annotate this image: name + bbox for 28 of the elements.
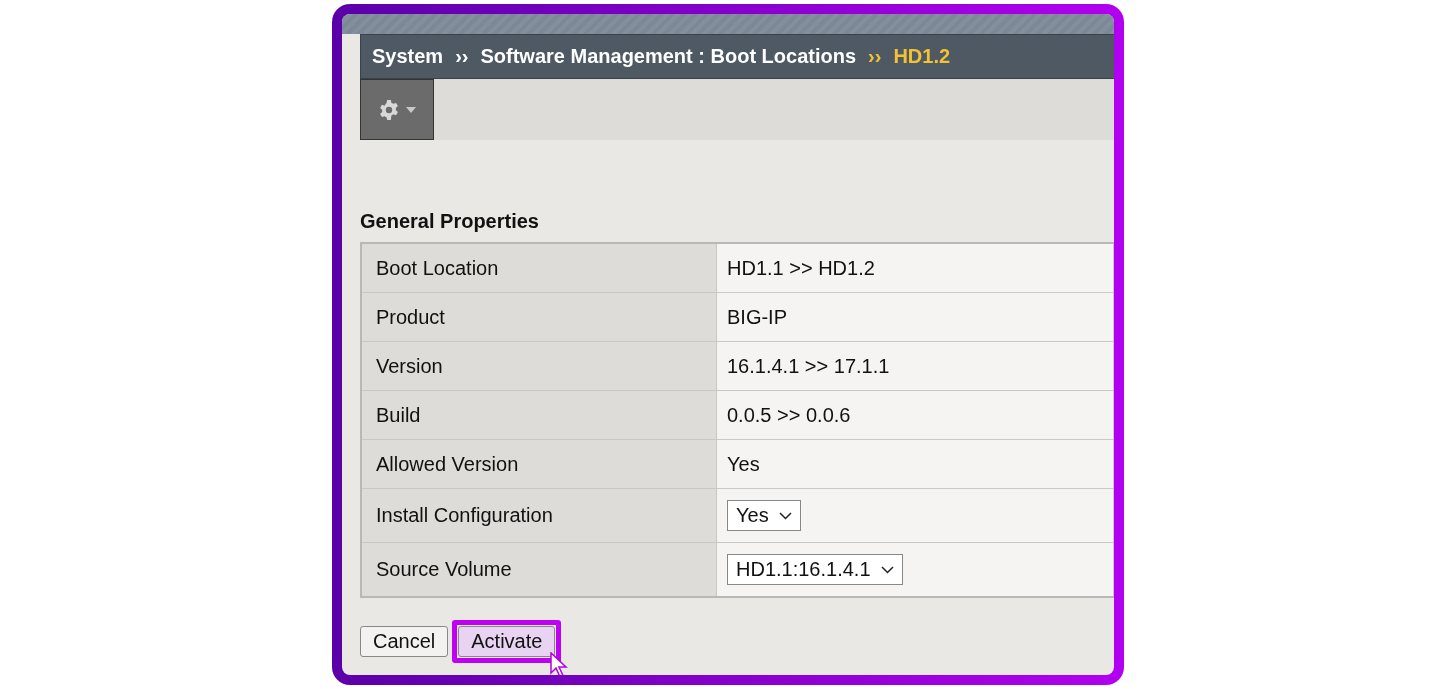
breadcrumb-item[interactable]: Software Management : Boot Locations bbox=[480, 45, 857, 68]
property-value: 0.0.5 >> 0.0.6 bbox=[727, 403, 851, 426]
property-label: Version bbox=[361, 341, 717, 391]
property-label: Build bbox=[361, 390, 717, 440]
chevron-down-icon bbox=[778, 511, 792, 520]
property-label: Install Configuration bbox=[361, 488, 717, 543]
property-label: Source Volume bbox=[361, 542, 717, 597]
caret-icon bbox=[406, 106, 416, 113]
property-label: Allowed Version bbox=[361, 439, 717, 489]
dropdown-select[interactable]: Yes bbox=[727, 500, 801, 531]
section-title: General Properties bbox=[360, 210, 540, 233]
breadcrumb-item[interactable]: System bbox=[372, 45, 444, 68]
property-value: BIG-IP bbox=[727, 305, 787, 328]
property-value: HD1.1 >> HD1.2 bbox=[727, 256, 875, 279]
property-value: Yes bbox=[727, 452, 760, 475]
breadcrumb-separator: ›› bbox=[455, 45, 469, 68]
property-value: 16.1.4.1 >> 17.1.1 bbox=[727, 354, 890, 377]
property-label: Product bbox=[361, 292, 717, 342]
cursor-icon bbox=[550, 652, 569, 675]
action-button[interactable]: Activate bbox=[458, 626, 556, 657]
property-label: Boot Location bbox=[361, 243, 717, 293]
breadcrumb-separator: ›› bbox=[868, 45, 882, 68]
breadcrumb-item: HD1.2 bbox=[893, 45, 951, 68]
action-button[interactable]: Cancel bbox=[360, 626, 449, 657]
dropdown-select[interactable]: HD1.1:16.1.4.1 bbox=[727, 554, 903, 585]
chevron-down-icon bbox=[880, 565, 894, 574]
settings-icon bbox=[378, 98, 400, 121]
settings-menu-button[interactable] bbox=[360, 79, 434, 140]
